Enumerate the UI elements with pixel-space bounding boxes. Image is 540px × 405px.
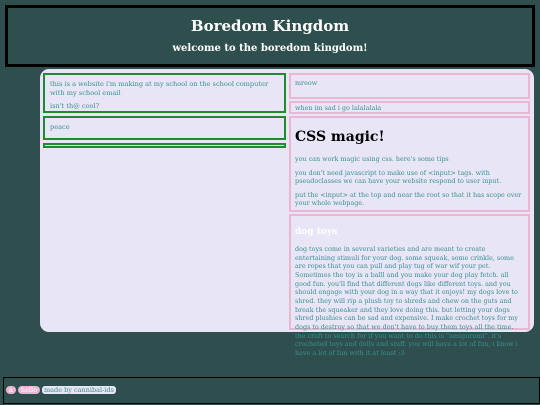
dog-toys-heading: dog toys (295, 227, 338, 237)
css-magic-box: CSS magic! you can work magic using css.… (289, 116, 530, 212)
site-footer: a hello made by cannibal-ids (3, 377, 540, 404)
empty-box (43, 143, 286, 148)
meow-box: mreow (289, 73, 530, 99)
sad-text: when im sad i go lalalalala (295, 104, 382, 112)
site-title: Boredom Kingdom (190, 17, 350, 35)
css-magic-heading: CSS magic! (295, 129, 385, 145)
intro-text: this is a website i'm making at my schoo… (50, 80, 269, 97)
dog-toys-text: dog toys come in several varieties and a… (295, 245, 518, 357)
footer-pill-hello[interactable]: hello (17, 386, 40, 394)
css-tip-1: you can work magic using css. here's som… (295, 154, 449, 163)
css-tip-3: put the <input> at the top and near the … (295, 190, 522, 208)
peace-text: peace (50, 123, 70, 131)
peace-box: peace (43, 116, 286, 140)
css-tip-2: you don't need javascript to make use of… (295, 168, 502, 186)
footer-pill-a[interactable]: a (6, 386, 16, 394)
intro-question: isn't th@ cool? (50, 101, 100, 110)
site-subtitle: welcome to the boredom kingdom! (172, 43, 368, 54)
sad-box: when im sad i go lalalalala (289, 101, 530, 114)
main-panel: this is a website i'm making at my schoo… (40, 69, 534, 357)
intro-box: this is a website i'm making at my schoo… (43, 73, 286, 113)
meow-text: mreow (295, 79, 318, 87)
dog-toys-box: dog toys dog toys come in several variet… (289, 214, 530, 357)
site-header: Boredom Kingdom welcome to the boredom k… (5, 5, 535, 67)
footer-credit: made by cannibal-ids (42, 386, 116, 394)
